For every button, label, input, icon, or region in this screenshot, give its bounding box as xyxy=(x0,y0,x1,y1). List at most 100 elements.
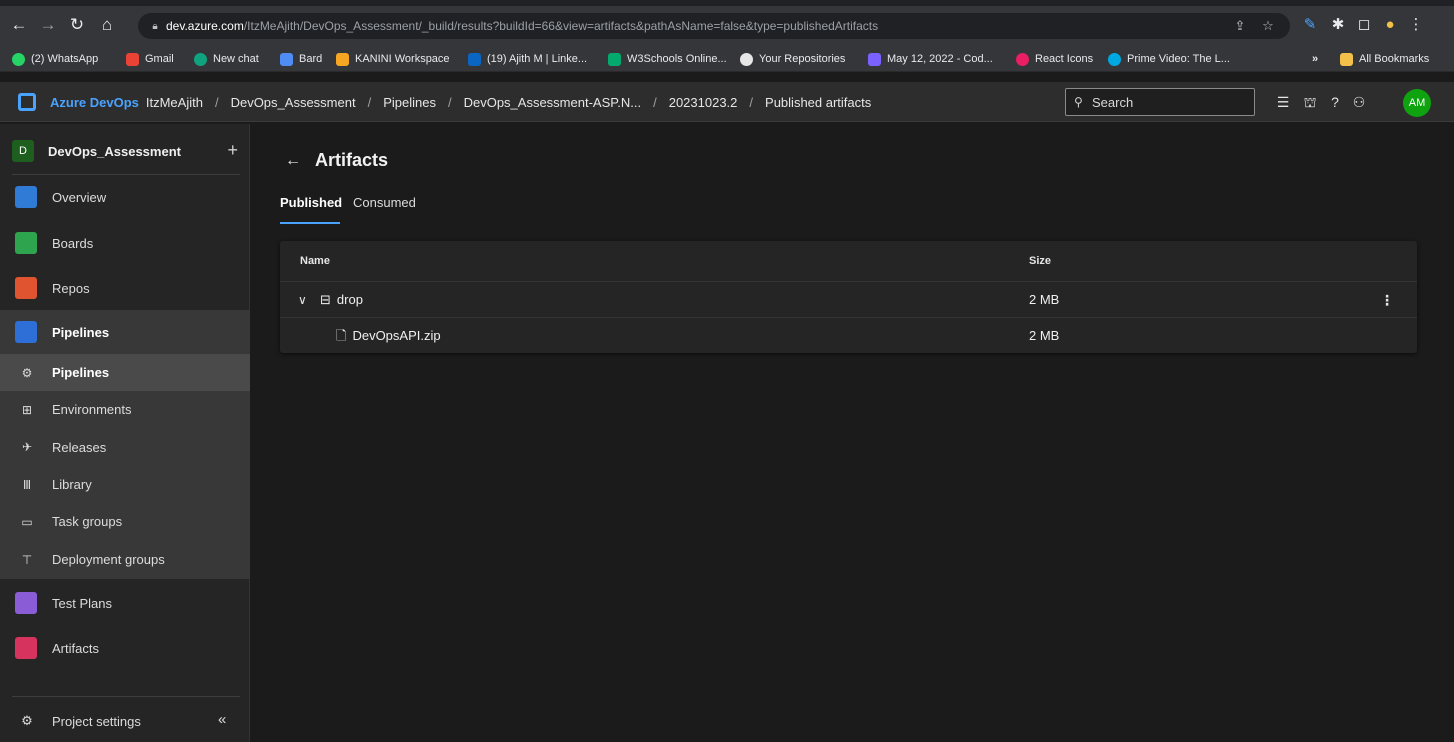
sub-nav-deployment-groups[interactable]: ⊤ Deployment groups xyxy=(0,540,250,579)
breadcrumb-org[interactable]: ItzMeAjith xyxy=(146,95,203,110)
artifact-name: 🗋︎ DevOpsAPI.zip xyxy=(336,318,441,354)
boards-icon xyxy=(15,232,37,254)
help-icon[interactable]: ? xyxy=(1324,92,1346,112)
breadcrumb-run[interactable]: 20231023.2 xyxy=(669,95,738,110)
nav-item-boards[interactable]: Boards xyxy=(0,228,250,258)
whatsapp-icon xyxy=(12,52,25,66)
puzzle-icon[interactable]: ✱ xyxy=(1326,13,1350,37)
forward-arrow-icon[interactable]: → xyxy=(37,14,59,36)
main-content: ← Artifacts Published Consumed Name Size… xyxy=(251,124,1454,742)
back-arrow-icon[interactable]: ← xyxy=(8,14,30,36)
nav-item-label: Releases xyxy=(52,439,107,455)
tab-consumed[interactable]: Consumed xyxy=(353,195,416,210)
project-settings-button[interactable]: ⚙ Project settings xyxy=(0,708,250,734)
reload-icon[interactable]: ↻ xyxy=(66,14,88,36)
search-input[interactable]: ⚲ Search xyxy=(1065,88,1255,116)
nav-item-label: Environments xyxy=(52,402,132,417)
nav-item-label: Artifacts xyxy=(52,640,99,656)
back-arrow-icon[interactable]: ← xyxy=(285,152,301,170)
breadcrumb: Azure DevOps ItzMeAjith / DevOps_Assessm… xyxy=(50,82,871,122)
ado-header: Azure DevOps ItzMeAjith / DevOps_Assessm… xyxy=(0,82,1454,122)
all-bookmarks-button[interactable]: All Bookmarks xyxy=(1340,50,1429,68)
bookmark-item[interactable]: React Icons xyxy=(1016,50,1093,68)
nav-item-artifacts[interactable]: Artifacts xyxy=(0,633,250,663)
nav-item-pipelines[interactable]: Pipelines xyxy=(0,310,250,354)
repos-icon xyxy=(15,277,37,299)
nav-item-label: Deployment groups xyxy=(52,552,165,567)
bookmark-item[interactable]: May 12, 2022 - Cod... xyxy=(868,50,993,68)
checklist-icon[interactable]: ☰ xyxy=(1272,92,1294,112)
project-selector[interactable]: D DevOps_Assessment + xyxy=(12,138,240,164)
gmail-icon xyxy=(126,52,139,66)
bookmark-item[interactable]: Prime Video: The L... xyxy=(1108,50,1230,68)
w3schools-icon xyxy=(608,52,621,66)
extension-icon[interactable]: ✎ xyxy=(1298,13,1322,37)
left-nav: D DevOps_Assessment + Overview Boards Re… xyxy=(0,124,250,742)
nav-item-test-plans[interactable]: Test Plans xyxy=(0,588,250,618)
column-header-size[interactable]: Size xyxy=(1029,255,1051,267)
artifact-folder-icon: ⊟ xyxy=(320,292,331,307)
sub-nav-task-groups[interactable]: ▭ Task groups xyxy=(0,503,250,540)
react-icons-icon xyxy=(1016,52,1029,66)
add-icon[interactable]: + xyxy=(227,140,238,160)
user-settings-icon[interactable]: ⚇ xyxy=(1348,92,1370,112)
codeforces-icon xyxy=(868,52,881,66)
divider xyxy=(12,696,240,697)
brand-link[interactable]: Azure DevOps xyxy=(50,95,139,110)
artifact-name: ⊟ drop xyxy=(320,282,363,318)
table-row[interactable]: ∨ ⊟ drop 2 MB ⋮ xyxy=(280,281,1417,317)
search-placeholder: Search xyxy=(1092,94,1134,110)
sub-nav-pipelines[interactable]: ⚙ Pipelines xyxy=(0,354,250,391)
breadcrumb-separator: / xyxy=(214,94,219,110)
star-icon[interactable]: ☆ xyxy=(1256,13,1280,39)
share-icon[interactable]: ⇪ xyxy=(1228,13,1252,39)
nav-item-overview[interactable]: Overview xyxy=(0,182,250,212)
bookmark-item[interactable]: (2) WhatsApp xyxy=(12,50,98,68)
side-panel-icon[interactable]: ◻ xyxy=(1352,13,1376,37)
avatar[interactable]: AM xyxy=(1403,89,1431,117)
task-groups-icon: ▭ xyxy=(21,514,33,529)
lock-icon: 🔒︎ xyxy=(152,20,158,32)
collapse-nav-button[interactable]: « xyxy=(218,711,226,728)
shopping-bag-icon[interactable]: ⛫ xyxy=(1299,92,1321,112)
nav-item-repos[interactable]: Repos xyxy=(0,273,250,303)
artifact-size: 2 MB xyxy=(1029,292,1060,307)
column-header-name[interactable]: Name xyxy=(300,255,330,267)
gear-icon: ⚙ xyxy=(21,713,33,728)
bookmark-item[interactable]: KANINI Workspace xyxy=(336,50,450,68)
sub-nav-releases[interactable]: ✈ Releases xyxy=(0,428,250,466)
page-title: Artifacts xyxy=(315,150,389,170)
browser-menu-icon[interactable]: ⋮ xyxy=(1404,13,1428,37)
linkedin-icon xyxy=(468,52,481,66)
artifacts-table: Name Size ∨ ⊟ drop 2 MB ⋮ 🗋︎ DevOpsAPI.zip… xyxy=(280,241,1417,353)
chevron-down-icon[interactable]: ∨ xyxy=(298,282,307,318)
breadcrumb-separator: / xyxy=(367,94,372,110)
sub-nav-environments[interactable]: ⊞ Environments xyxy=(0,391,250,428)
home-icon[interactable]: ⌂ xyxy=(96,14,118,36)
breadcrumb-project[interactable]: DevOps_Assessment xyxy=(231,95,356,110)
nav-item-label: Pipelines xyxy=(52,365,110,380)
profile-icon[interactable]: ● xyxy=(1378,13,1402,37)
sub-nav-library[interactable]: Ⅲ Library xyxy=(0,466,250,503)
tab-published[interactable]: Published xyxy=(280,195,342,210)
bookmark-item[interactable]: (19) Ajith M | Linke... xyxy=(468,50,587,68)
breadcrumb-pipeline[interactable]: DevOps_Assessment-ASP.N... xyxy=(464,95,642,110)
nav-item-label: Library xyxy=(52,477,92,492)
bookmark-item[interactable]: New chat xyxy=(194,50,259,68)
bookmark-item[interactable]: Your Repositories xyxy=(740,50,845,68)
azure-devops-logo-icon[interactable] xyxy=(18,93,36,111)
library-icon: Ⅲ xyxy=(22,477,32,492)
bookmarks-overflow-button[interactable]: » xyxy=(1312,50,1318,68)
bookmark-item[interactable]: Bard xyxy=(280,50,322,68)
chatgpt-icon xyxy=(194,52,207,66)
nav-item-label: Overview xyxy=(52,189,107,205)
search-icon: ⚲ xyxy=(1074,95,1083,109)
breadcrumb-pipelines[interactable]: Pipelines xyxy=(383,95,436,110)
folder-icon xyxy=(1340,52,1353,66)
bookmark-item[interactable]: Gmail xyxy=(126,50,174,68)
bookmark-item[interactable]: W3Schools Online... xyxy=(608,50,727,68)
more-options-icon[interactable]: ⋮ xyxy=(1380,282,1394,318)
table-row[interactable]: 🗋︎ DevOpsAPI.zip 2 MB xyxy=(280,317,1417,353)
kanini-icon xyxy=(336,52,349,66)
address-bar[interactable]: 🔒︎ dev.azure.com/ItzMeAjith/DevOps_Asses… xyxy=(138,13,1290,39)
